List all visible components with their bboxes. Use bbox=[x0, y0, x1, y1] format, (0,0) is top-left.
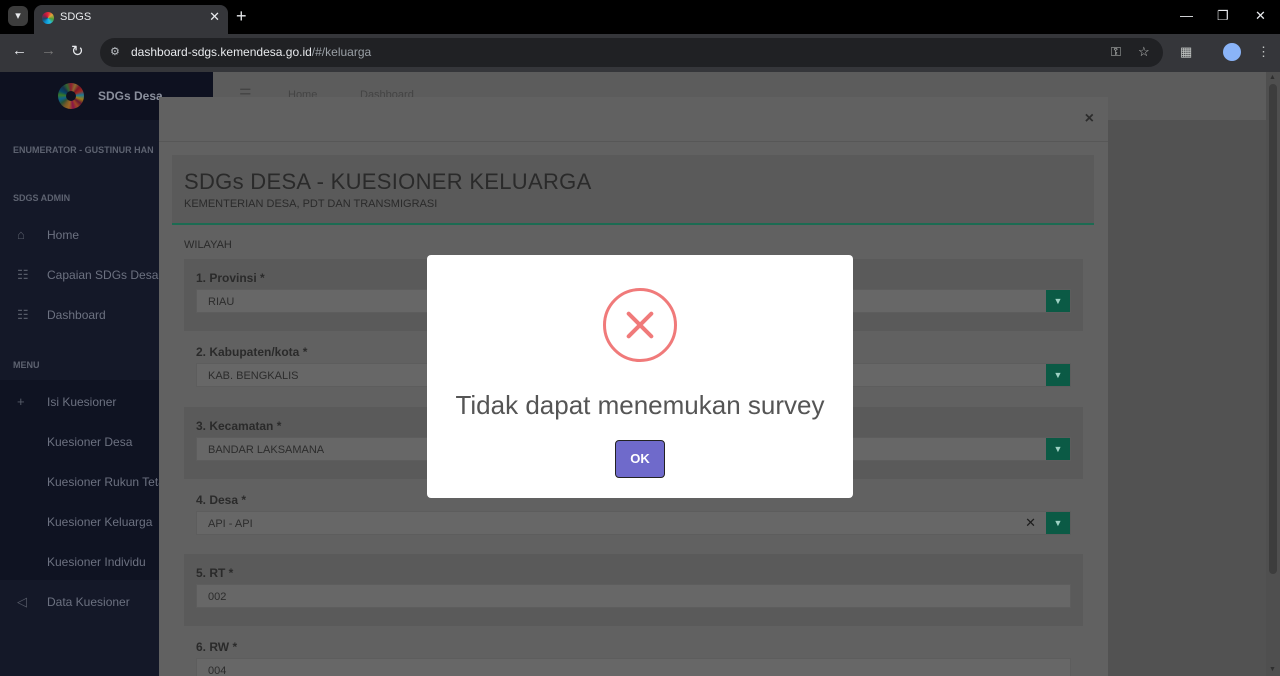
desa-select[interactable]: API - API ✕ ▼ bbox=[196, 511, 1071, 535]
field-value: 002 bbox=[208, 591, 227, 603]
brand-name: SDGs Desa bbox=[98, 89, 163, 103]
maximize-icon[interactable]: ❐ bbox=[1217, 8, 1229, 24]
sidebar-item-label: Kuesioner Rukun Teta bbox=[47, 475, 165, 489]
sidebar-item-label: Capaian SDGs Desa bbox=[47, 268, 159, 282]
tab-title: SDGS bbox=[60, 11, 92, 23]
field-value: KAB. BENGKALIS bbox=[208, 370, 299, 382]
building-icon: ☷ bbox=[17, 267, 29, 282]
field-rw: 6. RW * 004 bbox=[184, 628, 1083, 676]
section-admin-heading: SDGS ADMIN bbox=[13, 193, 71, 203]
chevron-down-icon[interactable]: ▼ bbox=[1046, 512, 1070, 534]
send-icon: ◁ bbox=[17, 594, 27, 609]
field-label: 4. Desa * bbox=[196, 493, 247, 507]
page-scrollbar[interactable]: ▲ ▼ bbox=[1266, 72, 1280, 676]
field-value: API - API bbox=[208, 518, 253, 530]
minimize-icon[interactable]: — bbox=[1180, 8, 1193, 23]
modal-close-icon[interactable]: × bbox=[1085, 110, 1094, 128]
plus-icon: + bbox=[17, 394, 25, 409]
error-alert-dialog: Tidak dapat menemukan survey OK bbox=[427, 255, 853, 498]
field-label: 2. Kabupaten/kota * bbox=[196, 345, 308, 359]
questionnaire-title: SDGs DESA - KUESIONER KELUARGA bbox=[184, 169, 592, 194]
tab-close-icon[interactable]: ✕ bbox=[209, 9, 220, 25]
clear-icon[interactable]: ✕ bbox=[1025, 515, 1036, 531]
extensions-icon[interactable]: ▦ bbox=[1180, 44, 1192, 60]
modal-header-divider bbox=[159, 141, 1108, 142]
back-icon[interactable]: ← bbox=[12, 42, 27, 59]
rw-input[interactable]: 004 bbox=[196, 658, 1071, 676]
address-bar[interactable]: ⚙ dashboard-sdgs.kemendesa.go.id/#/kelua… bbox=[100, 38, 1163, 67]
reload-icon[interactable]: ↻ bbox=[71, 42, 84, 60]
field-label: 3. Kecamatan * bbox=[196, 419, 282, 433]
error-x-icon bbox=[603, 288, 677, 362]
field-value: 004 bbox=[208, 665, 227, 676]
sidebar-item-label: Kuesioner Keluarga bbox=[47, 515, 153, 529]
ok-button[interactable]: OK bbox=[615, 440, 665, 478]
sidebar-item-label: Isi Kuesioner bbox=[47, 395, 117, 409]
user-label: ENUMERATOR - GUSTINUR HAN bbox=[13, 145, 154, 155]
profile-avatar[interactable] bbox=[1223, 43, 1241, 61]
chevron-down-icon[interactable]: ▼ bbox=[1046, 438, 1070, 460]
sdgs-favicon-icon bbox=[42, 12, 54, 24]
home-icon: ⌂ bbox=[17, 227, 25, 242]
sidebar-item-label: Data Kuesioner bbox=[47, 595, 130, 609]
browser-toolbar: ← → ↻ ⚙ dashboard-sdgs.kemendesa.go.id/#… bbox=[0, 34, 1280, 72]
new-tab-icon[interactable]: + bbox=[236, 6, 247, 26]
field-value: RIAU bbox=[208, 296, 235, 308]
bookmark-star-icon[interactable]: ☆ bbox=[1138, 44, 1150, 60]
field-rt: 5. RT * 002 bbox=[184, 554, 1083, 626]
sidebar-item-label: Dashboard bbox=[47, 308, 106, 322]
section-heading: WILAYAH bbox=[184, 239, 232, 251]
password-key-icon[interactable]: ⚿ bbox=[1111, 44, 1121, 60]
sidebar-item-label: Kuesioner Individu bbox=[47, 555, 146, 569]
scroll-down-icon[interactable]: ▼ bbox=[1269, 666, 1276, 673]
browser-tab[interactable]: SDGS ✕ bbox=[34, 5, 228, 34]
url-text: dashboard-sdgs.kemendesa.go.id/#/keluarg… bbox=[131, 45, 372, 59]
scroll-thumb[interactable] bbox=[1269, 84, 1277, 574]
site-info-icon[interactable]: ⚙ bbox=[110, 45, 120, 58]
questionnaire-header: SDGs DESA - KUESIONER KELUARGA KEMENTERI… bbox=[172, 155, 1094, 225]
building-icon: ☷ bbox=[17, 307, 29, 322]
field-label: 1. Provinsi * bbox=[196, 271, 265, 285]
chevron-down-icon[interactable]: ▼ bbox=[1046, 364, 1070, 386]
questionnaire-subtitle: KEMENTERIAN DESA, PDT DAN TRANSMIGRASI bbox=[184, 198, 438, 210]
sidebar-item-label: Kuesioner Desa bbox=[47, 435, 133, 449]
sidebar-item-label: Home bbox=[47, 228, 80, 242]
field-value: BANDAR LAKSAMANA bbox=[208, 444, 325, 456]
field-label: 6. RW * bbox=[196, 640, 238, 654]
sdgs-logo-icon bbox=[58, 83, 84, 109]
chrome-menu-icon[interactable]: ⋮ bbox=[1257, 44, 1270, 60]
alert-message: Tidak dapat menemukan survey bbox=[455, 390, 825, 420]
forward-icon[interactable]: → bbox=[41, 42, 56, 59]
field-label: 5. RT * bbox=[196, 566, 234, 580]
rt-input[interactable]: 002 bbox=[196, 584, 1071, 608]
chevron-down-icon[interactable]: ▼ bbox=[1046, 290, 1070, 312]
browser-tab-bar: ▾ SDGS ✕ + — ❐ ✕ bbox=[0, 0, 1280, 34]
scroll-up-icon[interactable]: ▲ bbox=[1269, 74, 1276, 81]
section-menu-heading: MENU bbox=[13, 360, 40, 370]
tab-search-button[interactable]: ▾ bbox=[8, 6, 28, 26]
window-close-icon[interactable]: ✕ bbox=[1255, 8, 1266, 24]
